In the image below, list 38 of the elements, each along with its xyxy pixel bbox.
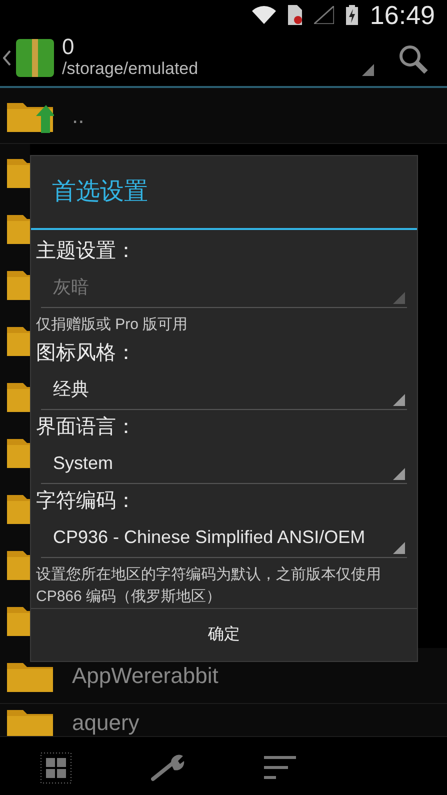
folder-path[interactable]: /storage/emulated	[62, 58, 198, 80]
back-caret-icon[interactable]	[3, 50, 11, 66]
setting-note: 设置您所在地区的字符编码为默认，之前版本仅使用 CP866 编码（俄罗斯地区）	[36, 564, 382, 607]
wifi-icon	[252, 6, 276, 24]
signal-icon	[314, 6, 334, 24]
dropdown-value: 经典	[53, 378, 89, 401]
setting-label: 图标风格：	[36, 340, 137, 366]
file-name: ..	[72, 102, 84, 130]
dropdown-triangle-icon	[393, 292, 405, 304]
dialog-title: 首选设置	[52, 176, 148, 207]
clock: 16:49	[370, 2, 435, 28]
setting-label: 界面语言：	[36, 414, 137, 440]
dropdown[interactable]: CP936 - Chinese Simplified ANSI/OEM	[41, 518, 407, 558]
file-row[interactable]	[0, 144, 30, 200]
dropdown-triangle-icon	[393, 394, 405, 406]
dropdown[interactable]: 经典	[41, 370, 407, 410]
wrench-icon[interactable]	[151, 754, 185, 782]
setting-note: 仅捐赠版或 Pro 版可用	[36, 314, 189, 335]
search-icon[interactable]	[398, 44, 428, 74]
file-row[interactable]: aquery	[0, 704, 447, 737]
dropdown-value: 灰暗	[53, 276, 89, 299]
dropdown-triangle-icon	[393, 468, 405, 480]
file-row[interactable]: ..	[0, 88, 447, 144]
dropdown-triangle-icon	[393, 542, 405, 554]
grid-icon[interactable]	[40, 752, 72, 784]
file-name: AppWererabbit	[72, 662, 218, 690]
setting-label: 字符编码：	[36, 488, 137, 514]
dropdown-triangle-icon[interactable]	[362, 64, 374, 76]
title: 0	[62, 36, 76, 58]
file-name: aquery	[72, 709, 140, 736]
sort-icon[interactable]	[264, 756, 296, 780]
dropdown-value: CP936 - Chinese Simplified ANSI/OEM	[53, 526, 366, 549]
ok-button[interactable]: 确定	[31, 608, 417, 661]
setting-label: 主题设置：	[36, 238, 137, 264]
dropdown[interactable]: System	[41, 444, 407, 484]
sim-card-icon	[288, 5, 302, 25]
dropdown-value: System	[53, 452, 114, 475]
battery-icon	[346, 5, 358, 25]
